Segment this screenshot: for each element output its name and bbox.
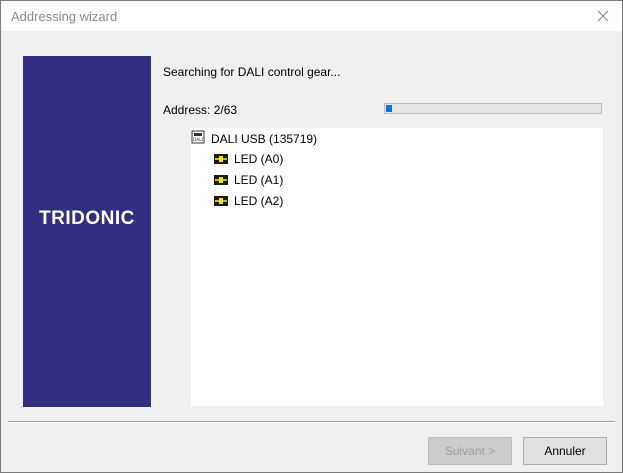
- progress-bar: [384, 103, 602, 114]
- device-tree[interactable]: DALI DALI USB (135719) LED (A0) LED (A1)…: [191, 128, 603, 406]
- dali-usb-icon: DALI: [191, 130, 205, 147]
- tree-node-led[interactable]: LED (A1): [214, 173, 283, 187]
- title-bar: Addressing wizard: [1, 1, 622, 31]
- close-icon[interactable]: [592, 6, 614, 26]
- svg-text:DALI: DALI: [193, 137, 203, 143]
- led-icon: [214, 196, 228, 206]
- tridonic-banner: TRIDONIC: [23, 56, 151, 407]
- addressing-wizard-window: Addressing wizard TRIDONIC Searching for…: [0, 0, 623, 473]
- tree-node-label: LED (A1): [234, 173, 284, 187]
- progress-fill: [386, 105, 392, 112]
- footer-separator: [8, 421, 615, 423]
- address-label: Address: 2/63: [163, 103, 238, 117]
- tree-node-label: LED (A2): [234, 194, 284, 208]
- brand-logo: TRIDONIC: [39, 208, 135, 229]
- led-icon: [214, 154, 228, 164]
- cancel-button[interactable]: Annuler: [523, 437, 607, 465]
- status-message: Searching for DALI control gear...: [163, 65, 341, 79]
- tree-node-led[interactable]: LED (A0): [214, 152, 283, 166]
- led-icon: [214, 175, 228, 185]
- window-title: Addressing wizard: [11, 9, 118, 24]
- tree-node-label: DALI USB (135719): [211, 131, 318, 146]
- tree-node-led[interactable]: LED (A2): [214, 194, 283, 208]
- next-button[interactable]: Suivant >: [428, 437, 512, 465]
- tree-node-dali-usb[interactable]: DALI DALI USB (135719): [191, 130, 317, 147]
- tree-node-label: LED (A0): [234, 152, 284, 166]
